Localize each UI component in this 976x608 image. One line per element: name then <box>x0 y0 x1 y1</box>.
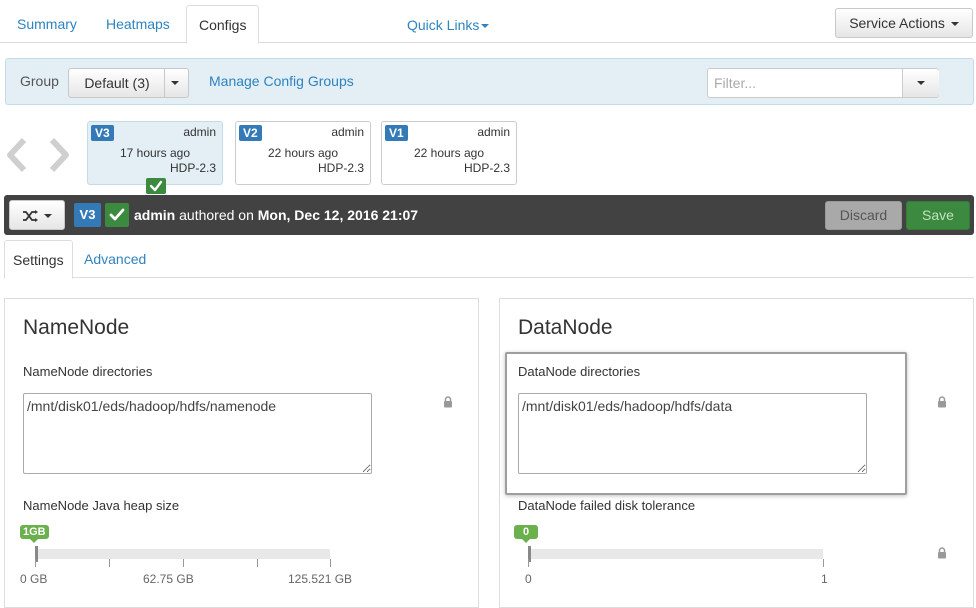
config-sub-tabs: Settings Advanced <box>4 240 974 279</box>
group-select[interactable]: Default (3) <box>68 68 189 98</box>
lock-icon[interactable] <box>937 547 947 559</box>
lock-icon[interactable] <box>937 396 947 408</box>
version-author: admin <box>477 125 510 139</box>
filter-combo <box>707 68 939 98</box>
slider-tick-label: 125.521 GB <box>288 572 353 586</box>
slider-tick-label: 62.75 GB <box>143 572 194 586</box>
version-time: 22 hours ago <box>413 146 485 160</box>
version-date: Mon, Dec 12, 2016 21:07 <box>257 207 419 223</box>
panel-title: DataNode <box>518 316 613 339</box>
panel-title: NameNode <box>23 316 130 339</box>
namenode-directories-label: NameNode directories <box>23 364 153 379</box>
version-card-v3[interactable]: V3 admin 17 hours ago HDP-2.3 <box>87 121 223 194</box>
version-stack: HDP-2.3 <box>169 161 216 175</box>
slider-tick-label: 0 GB <box>20 572 48 586</box>
version-badge: V3 <box>91 125 114 141</box>
version-authored-info: admin authored on Mon, Dec 12, 2016 21:0… <box>134 207 418 223</box>
slider-tick-label: 1 <box>821 572 828 586</box>
datanode-panel: DataNode DataNode directories /mnt/disk0… <box>499 298 974 608</box>
version-card-v1[interactable]: V1 admin 22 hours ago HDP-2.3 <box>381 121 517 185</box>
tab-configs[interactable]: Configs <box>186 5 260 44</box>
version-badge: V3 <box>74 203 101 227</box>
datanode-directories-label: DataNode directories <box>518 364 641 379</box>
version-stack: HDP-2.3 <box>463 161 510 175</box>
slider-tick <box>528 559 529 567</box>
save-button[interactable]: Save <box>906 201 970 230</box>
datanode-directories-input[interactable]: /mnt/disk01/eds/hadoop/hdfs/data <box>518 393 867 474</box>
slider-track <box>35 549 330 559</box>
tab-heatmaps[interactable]: Heatmaps <box>94 5 182 43</box>
tab-summary[interactable]: Summary <box>5 5 89 43</box>
divider <box>164 69 165 97</box>
caret-down-icon <box>917 81 925 85</box>
caret-down-icon <box>171 81 179 85</box>
compare-versions-button[interactable] <box>9 200 65 230</box>
check-icon <box>109 208 125 221</box>
caret-down-icon <box>481 24 490 29</box>
quick-links-label: Quick Links <box>407 17 480 33</box>
slider-tick <box>257 559 258 567</box>
group-label: Group <box>20 73 59 89</box>
version-badge: V1 <box>385 125 408 141</box>
lock-icon[interactable] <box>443 396 453 408</box>
filter-dropdown-button[interactable] <box>903 69 939 97</box>
namenode-heap-label: NameNode Java heap size <box>23 498 180 513</box>
chevron-left-icon[interactable] <box>5 137 29 173</box>
check-icon <box>149 180 163 192</box>
service-actions-button[interactable]: Service Actions <box>835 8 973 38</box>
version-badge: V2 <box>239 125 262 141</box>
namenode-directories-input[interactable]: /mnt/disk01/eds/hadoop/hdfs/namenode <box>23 393 372 474</box>
slider-track <box>528 549 823 559</box>
version-time: 22 hours ago <box>267 146 339 160</box>
authored-on-label: authored on <box>179 207 254 223</box>
service-actions-label: Service Actions <box>849 15 945 31</box>
slider-tick <box>330 559 331 567</box>
discard-button[interactable]: Discard <box>825 201 902 230</box>
slider-tick <box>183 559 184 567</box>
namenode-panel: NameNode NameNode directories /mnt/disk0… <box>4 298 479 608</box>
datanode-tolerance-label: DataNode failed disk tolerance <box>518 498 696 513</box>
tab-advanced[interactable]: Advanced <box>76 240 154 278</box>
quick-links-dropdown[interactable]: Quick Links <box>407 17 490 33</box>
filter-input[interactable] <box>708 69 902 97</box>
config-group-bar: Group Default (3) Manage Config Groups <box>5 58 974 105</box>
version-card-v2[interactable]: V2 admin 22 hours ago HDP-2.3 <box>235 121 371 185</box>
slider-value-badge: 1GB <box>20 525 49 543</box>
slider-tick <box>823 559 824 567</box>
version-stack: HDP-2.3 <box>317 161 364 175</box>
slider-tick <box>35 559 36 567</box>
slider-value-badge: 0 <box>514 525 539 543</box>
slider-tick-label: 0 <box>525 572 532 586</box>
shuffle-icon <box>23 210 39 223</box>
chevron-right-icon[interactable] <box>47 137 71 173</box>
caret-down-icon <box>43 214 52 219</box>
version-time: 17 hours ago <box>119 146 191 160</box>
current-version-indicator <box>146 178 166 194</box>
slider-tick <box>109 559 110 567</box>
caret-down-icon <box>950 22 959 27</box>
version-author: admin <box>183 125 216 139</box>
manage-config-groups-link[interactable]: Manage Config Groups <box>209 73 354 89</box>
tab-settings[interactable]: Settings <box>4 240 73 279</box>
version-author: admin <box>331 125 364 139</box>
version-toolbar: V3 admin authored on Mon, Dec 12, 2016 2… <box>4 195 974 235</box>
version-author: admin <box>134 207 176 223</box>
current-version-indicator <box>105 203 129 227</box>
group-select-value: Default (3) <box>84 75 150 91</box>
